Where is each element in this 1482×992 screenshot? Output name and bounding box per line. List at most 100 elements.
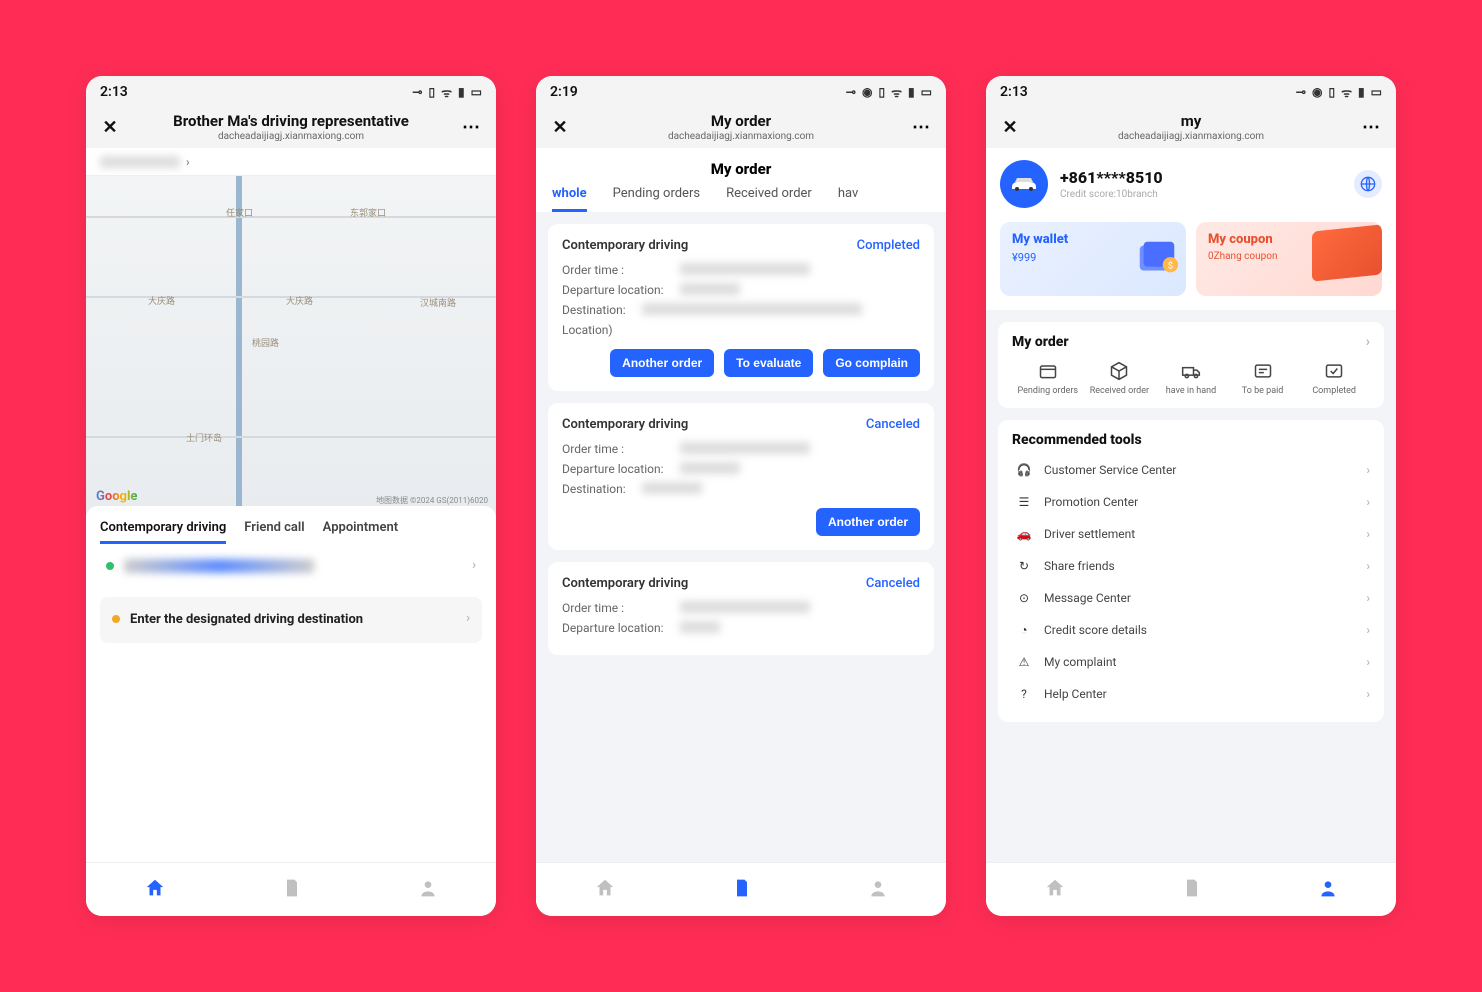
status-bar: 2:19 ⊸ ◉ ▯ ᯤ ▮ ▭ xyxy=(536,76,946,108)
departure-label: Departure location: xyxy=(562,283,680,297)
tab-friend-call[interactable]: Friend call xyxy=(244,520,304,544)
wifi-icon: ᯤ xyxy=(891,84,902,101)
more-icon[interactable]: ⋯ xyxy=(458,117,486,138)
screen-orders: 2:19 ⊸ ◉ ▯ ᯤ ▮ ▭ ✕ My order dacheadaijia… xyxy=(536,76,946,916)
page-title: My order xyxy=(574,112,908,130)
nav-home-icon[interactable] xyxy=(1044,877,1066,903)
order-status: Completed xyxy=(857,238,920,253)
status-tobepaid[interactable]: To be paid xyxy=(1227,360,1299,396)
signal-icon: ▮ xyxy=(458,85,465,99)
tool-customer-service[interactable]: 🎧Customer Service Center› xyxy=(1012,454,1370,486)
destination-label: Destination: xyxy=(562,303,642,317)
status-icons: ⊸ ▯ ᯤ ▮ ▭ xyxy=(412,84,482,101)
section-title: My order xyxy=(536,148,946,186)
service-tabs: Contemporary driving Friend call Appoint… xyxy=(100,520,482,544)
blurred-pickup xyxy=(124,559,314,573)
tab-received[interactable]: Received order xyxy=(726,186,812,212)
coupon-card[interactable]: My coupon 0Zhang coupon xyxy=(1196,222,1382,296)
order-time-label: Order time : xyxy=(562,601,680,615)
more-icon[interactable]: ⋯ xyxy=(908,117,936,138)
another-order-button[interactable]: Another order xyxy=(610,349,714,377)
signal-icon: ▮ xyxy=(1358,85,1365,99)
order-card: Contemporary driving Completed Order tim… xyxy=(548,224,934,391)
chevron-right-icon: › xyxy=(1366,527,1370,541)
avatar xyxy=(1000,160,1048,208)
status-bar: 2:13 ⊸ ▯ ᯤ ▮ ▭ xyxy=(86,76,496,108)
chevron-right-icon: › xyxy=(1366,655,1370,669)
map-view[interactable]: 任家口 东郭家口 大庆路 大庆路 桃园路 土门环岛 汉城南路 Google 地图… xyxy=(86,176,496,516)
credit-score: Credit score:10branch xyxy=(1060,189,1163,200)
tool-my-complaint[interactable]: ⚠My complaint› xyxy=(1012,646,1370,678)
blurred-value xyxy=(680,601,810,613)
close-icon[interactable]: ✕ xyxy=(996,117,1024,138)
chevron-right-icon: › xyxy=(472,558,476,573)
page-title: my xyxy=(1024,112,1358,130)
help-icon: ? xyxy=(1012,687,1036,701)
chevron-right-icon: › xyxy=(1366,495,1370,509)
status-time: 2:13 xyxy=(1000,84,1028,100)
user-phone: +861****8510 xyxy=(1060,168,1163,187)
another-order-button[interactable]: Another order xyxy=(816,508,920,536)
status-pending[interactable]: Pending orders xyxy=(1012,360,1084,396)
close-icon[interactable]: ✕ xyxy=(546,117,574,138)
location-icon: ◉ xyxy=(1312,85,1322,99)
status-completed[interactable]: Completed xyxy=(1298,360,1370,396)
tool-help-center[interactable]: ?Help Center› xyxy=(1012,678,1370,710)
order-status-row: Pending orders Received order have in ha… xyxy=(1012,360,1370,396)
status-received[interactable]: Received order xyxy=(1084,360,1156,396)
wallet-card[interactable]: My wallet ¥999 $ xyxy=(1000,222,1186,296)
more-icon[interactable]: ⋯ xyxy=(1358,117,1386,138)
page-subtitle: dacheadaijiagj.xianmaxiong.com xyxy=(1024,131,1358,142)
nav-orders-icon[interactable] xyxy=(282,878,302,902)
globe-icon[interactable] xyxy=(1354,170,1382,198)
tab-pending[interactable]: Pending orders xyxy=(613,186,700,212)
tool-message-center[interactable]: ⊙Message Center› xyxy=(1012,582,1370,614)
nav-orders-icon[interactable] xyxy=(732,878,752,902)
my-order-header: My order xyxy=(1012,334,1069,350)
headset-icon: 🎧 xyxy=(1012,463,1036,477)
status-inhand[interactable]: have in hand xyxy=(1155,360,1227,396)
location-header[interactable]: › xyxy=(86,148,496,176)
profile-row[interactable]: +861****8510 Credit score:10branch xyxy=(1000,160,1382,208)
pickup-row[interactable]: › xyxy=(100,544,482,587)
close-icon[interactable]: ✕ xyxy=(96,117,124,138)
complain-button[interactable]: Go complain xyxy=(823,349,920,377)
nav-home-icon[interactable] xyxy=(594,877,616,903)
nav-bar: ✕ my dacheadaijiagj.xianmaxiong.com ⋯ xyxy=(986,108,1396,148)
tools-title: Recommended tools xyxy=(1012,432,1370,448)
nav-profile-icon[interactable] xyxy=(868,878,888,902)
message-icon: ⊙ xyxy=(1012,591,1036,605)
my-order-card[interactable]: My order › Pending orders Received order… xyxy=(998,322,1384,408)
tab-appointment[interactable]: Appointment xyxy=(323,520,398,544)
order-title: Contemporary driving xyxy=(562,238,688,253)
stack-icon: ☰ xyxy=(1012,495,1036,509)
location-icon: ◉ xyxy=(862,85,872,99)
signal-icon: ▮ xyxy=(908,85,915,99)
nav-profile-icon[interactable] xyxy=(418,878,438,902)
key-icon: ⊸ xyxy=(412,85,422,99)
tool-credit-details[interactable]: ◔Credit score details› xyxy=(1012,614,1370,646)
blurred-value xyxy=(680,462,740,474)
nav-profile-icon[interactable] xyxy=(1318,878,1338,902)
evaluate-button[interactable]: To evaluate xyxy=(724,349,813,377)
nav-home-icon[interactable] xyxy=(144,877,166,903)
destination-input[interactable]: Enter the designated driving destination… xyxy=(100,597,482,643)
vibrate-icon: ▯ xyxy=(428,85,435,99)
blurred-value xyxy=(680,263,810,275)
departure-label: Departure location: xyxy=(562,462,680,476)
tool-promotion[interactable]: ☰Promotion Center› xyxy=(1012,486,1370,518)
tool-driver-settlement[interactable]: 🚗Driver settlement› xyxy=(1012,518,1370,550)
tab-contemporary-driving[interactable]: Contemporary driving xyxy=(100,520,226,544)
tab-have[interactable]: hav xyxy=(838,186,858,212)
blurred-location xyxy=(100,156,180,168)
order-filter-tabs: whole Pending orders Received order hav xyxy=(536,186,946,212)
order-time-label: Order time : xyxy=(562,442,680,456)
tab-whole[interactable]: whole xyxy=(552,186,587,212)
tools-card: Recommended tools 🎧Customer Service Cent… xyxy=(998,420,1384,722)
chevron-right-icon: › xyxy=(1366,463,1370,477)
page-subtitle: dacheadaijiagj.xianmaxiong.com xyxy=(574,131,908,142)
tool-share-friends[interactable]: ↻Share friends› xyxy=(1012,550,1370,582)
wifi-icon: ᯤ xyxy=(1341,84,1352,101)
order-time-label: Order time : xyxy=(562,263,680,277)
nav-orders-icon[interactable] xyxy=(1182,878,1202,902)
